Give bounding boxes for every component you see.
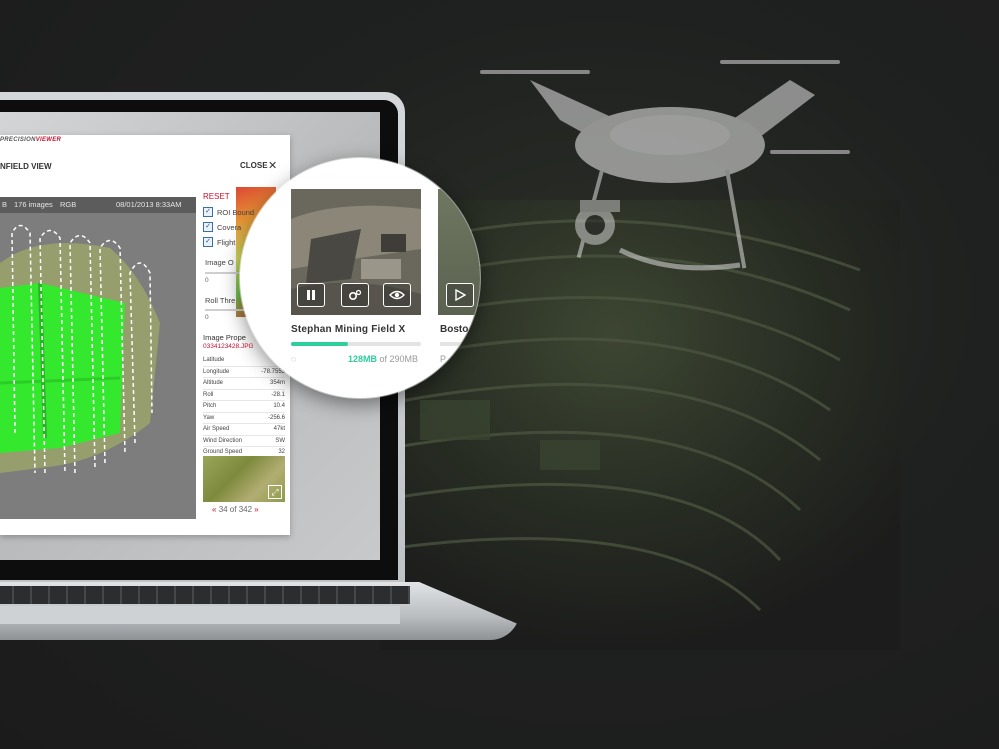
property-name: Altitude [203,380,224,386]
logo-suffix: VIEWER [35,137,62,143]
image-properties-table: Latitude35.8 Longitude-78.7553 Altitude3… [203,355,285,459]
eye-icon [389,290,405,300]
property-name: Latitude [203,357,225,363]
project-title: Stephan Mining Field X [291,324,406,335]
property-row: Altitude 354m [203,378,285,390]
laptop-keyboard [0,586,410,604]
info-image-count: 176 images [14,200,53,209]
field-mosaic [0,224,160,474]
image-info-bar: B 176 images RGB 08/01/2013 8:33AM [0,197,196,213]
checkbox-coverage[interactable]: ✓ Covera [203,222,241,232]
property-value: 47kt [273,426,285,432]
project-thumbnail-2[interactable] [438,189,480,315]
property-value: -256.6 [267,414,285,421]
window-title: NFIELD VIEW [0,162,52,171]
status-text-2: P [440,354,447,364]
slider-value: 0 [205,277,209,284]
property-name: Wind Direction [203,437,243,444]
property-row: Yaw -256.6 [203,413,285,424]
download-progress-bar-2 [440,342,480,346]
scene-background: PRECISIONVIEWER NFIELD VIEW CLOSE ✕ B 17… [0,0,999,749]
download-size: 128MB of 290MB [348,354,418,364]
magnifier-callout: Stephan Mining Field X Bosto ◌ 128MB of … [240,158,480,398]
project-title-2: Bosto [440,324,469,335]
downloaded-amount: 128MB [348,354,378,364]
next-image-button[interactable]: » [254,505,258,514]
slider-label-roll: Roll Thre [205,296,236,305]
property-value: 10.4 [273,403,285,409]
pause-button[interactable] [297,283,325,307]
property-value: 354m [269,380,285,386]
checkbox-flight[interactable]: ✓ Flight [203,237,235,247]
property-row: Pitch 10.4 [203,401,285,413]
checkbox-label: Flight [217,237,236,247]
laptop-trackpad [0,606,400,624]
property-value: SW [275,437,285,444]
checkbox-checked-icon[interactable]: ✓ [203,207,213,217]
drone-image [480,60,850,271]
checkbox-checked-icon[interactable]: ✓ [203,222,213,232]
checkbox-label: Covera [217,222,242,232]
image-properties-title: Image Prope [203,333,246,342]
property-row: Longitude -78.7553 [203,367,285,378]
slider-value: 0 [205,314,209,321]
settings-button[interactable] [341,283,369,307]
download-progress-bar [291,342,421,346]
image-thumbnail[interactable]: ⤢ [203,456,285,502]
loading-spinner-icon: ◌ [291,354,297,364]
close-icon[interactable]: ✕ [268,159,277,172]
property-name: Yaw [203,414,215,421]
slider-label-image: Image O [205,258,234,267]
property-row: Wind Direction SW [203,436,285,447]
info-color-mode: RGB [60,200,77,209]
project-thumbnail[interactable] [291,189,421,315]
info-left-text: B [2,200,8,209]
property-name: Roll [203,391,214,398]
view-button[interactable] [383,283,411,307]
checkbox-checked-icon[interactable]: ✓ [203,237,213,247]
property-name: Air Speed [203,426,230,432]
property-value: -28.1 [271,391,285,398]
close-button[interactable]: CLOSE [240,161,268,170]
reset-button[interactable]: RESET [203,192,230,201]
property-name: Longitude [203,368,230,375]
pager-text: 34 of 342 [218,505,253,514]
field-map-viewer[interactable] [0,213,196,519]
prev-image-button[interactable]: « [212,505,216,514]
logo-prefix: PRECISION [0,137,36,143]
pause-icon [307,290,315,300]
download-progress-fill [291,342,349,346]
property-name: Pitch [203,403,217,409]
play-button[interactable] [446,283,474,307]
image-filename: 0334123428.JPG [203,343,254,350]
app-logo: PRECISIONVIEWER [0,137,61,143]
play-icon [455,289,466,301]
checkbox-label: ROI Bound [217,207,255,217]
property-row: Roll -28.1 [203,390,285,401]
settings-icon [348,289,362,301]
property-row: Air Speed 47kt [203,424,285,436]
expand-icon[interactable]: ⤢ [268,485,282,499]
checkbox-roi-bound[interactable]: ✓ ROI Bound [203,207,254,217]
image-pager: « 34 of 342 » [212,505,259,514]
total-size: of 290MB [379,354,419,364]
info-timestamp: 08/01/2013 8:33AM [116,200,182,209]
